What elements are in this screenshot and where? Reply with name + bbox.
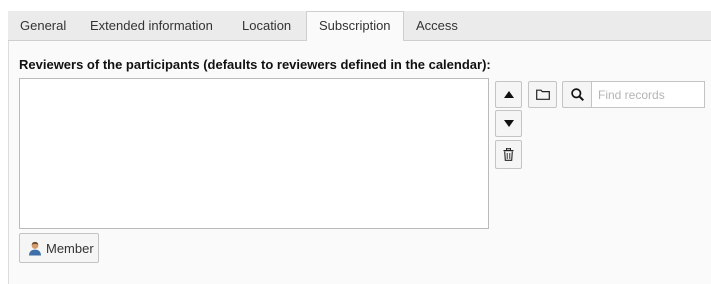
triangle-down-icon: [503, 120, 514, 127]
trash-icon: [503, 148, 514, 161]
user-icon: [29, 241, 41, 255]
add-member-button[interactable]: Member: [19, 233, 99, 263]
member-button-label: Member: [46, 240, 94, 256]
find-records-input[interactable]: [591, 81, 705, 108]
tab-general[interactable]: General: [8, 11, 78, 41]
triangle-up-icon: [503, 91, 514, 98]
field-label: Reviewers of the participants (defaults …: [19, 57, 491, 72]
delete-button[interactable]: [495, 140, 522, 169]
browse-records-button[interactable]: [528, 81, 557, 108]
search-button[interactable]: [562, 81, 592, 108]
reviewers-list[interactable]: [19, 78, 489, 229]
move-up-button[interactable]: [495, 81, 522, 108]
move-down-button[interactable]: [495, 110, 522, 137]
tab-subscription[interactable]: Subscription: [306, 11, 404, 42]
tab-extended-information[interactable]: Extended information: [78, 11, 225, 41]
tab-location[interactable]: Location: [230, 11, 303, 41]
tab-access[interactable]: Access: [404, 11, 470, 41]
tab-bar: General Extended information Location Su…: [8, 11, 711, 42]
search-icon: [570, 88, 584, 101]
folder-icon: [535, 89, 550, 100]
